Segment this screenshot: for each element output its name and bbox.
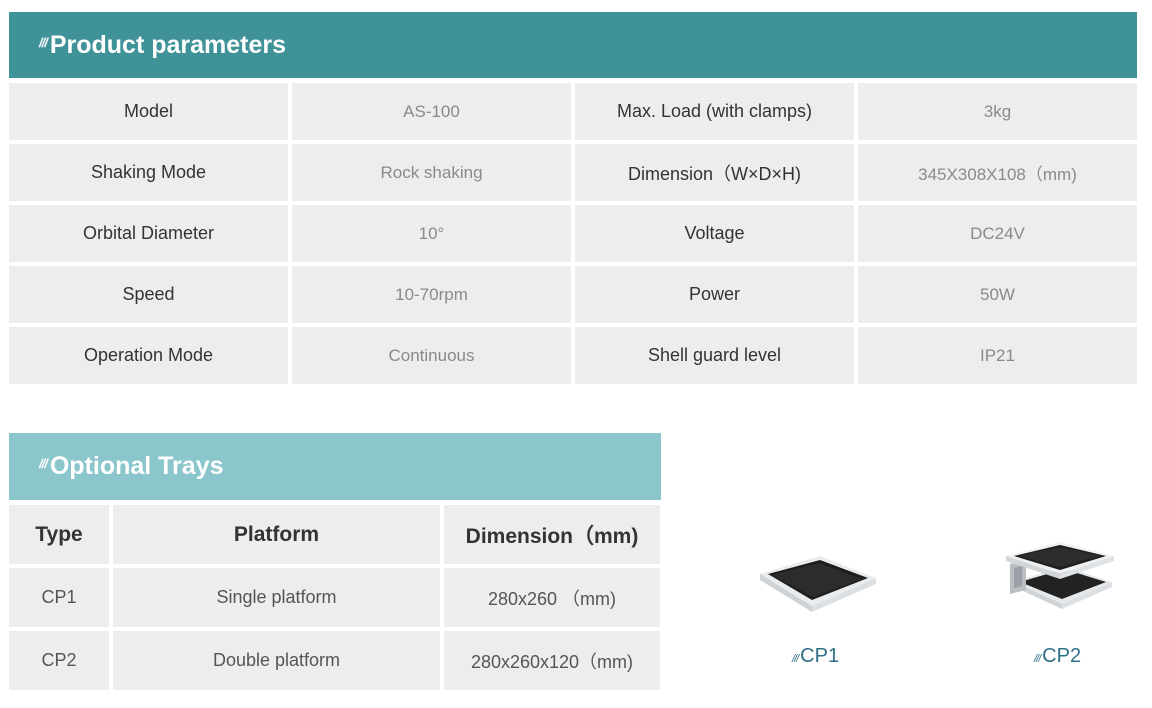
cp2-caption-text: CP2	[1042, 645, 1082, 667]
cp1-caption-text: CP1	[800, 645, 840, 667]
param-value: 3kg	[858, 83, 1137, 140]
param-value: 345X308X108（mm)	[858, 144, 1137, 201]
slash-mark-icon: ///	[39, 34, 48, 50]
param-value: Continuous	[292, 327, 571, 384]
slash-mark-icon: ///	[792, 653, 799, 665]
optional-trays-table: Type Platform Dimension（mm) CP1 Single p…	[9, 505, 660, 690]
tray-platform: Single platform	[113, 568, 440, 627]
product-parameters-table: Model AS-100 Max. Load (with clamps) 3kg…	[9, 83, 1137, 384]
tray-header-platform: Platform	[113, 505, 440, 564]
param-label: Power	[575, 266, 854, 323]
param-label: Orbital Diameter	[9, 205, 288, 262]
param-value: 10°	[292, 205, 571, 262]
tray-header-type: Type	[9, 505, 109, 564]
param-label: Operation Mode	[9, 327, 288, 384]
tray-dimension: 280x260x120（mm)	[444, 631, 660, 690]
cp1-caption: /// CP1	[792, 645, 839, 668]
tray-type: CP1	[9, 568, 109, 627]
cp2-tray-image	[1006, 542, 1114, 609]
tray-header-dimension: Dimension（mm)	[444, 505, 660, 564]
param-label: Max. Load (with clamps)	[575, 83, 854, 140]
param-value: AS-100	[292, 83, 571, 140]
product-parameters-banner: /// Product parameters	[9, 12, 1137, 78]
product-parameters-title: Product parameters	[49, 30, 287, 59]
param-label: Shaking Mode	[9, 144, 288, 201]
optional-trays-title: Optional Trays	[49, 452, 224, 480]
param-value: 50W	[858, 266, 1137, 323]
param-label: Dimension（W×D×H)	[575, 144, 854, 201]
param-value: Rock shaking	[292, 144, 571, 201]
tray-dimension: 280x260 （mm)	[444, 568, 660, 627]
param-value: IP21	[858, 327, 1137, 384]
slash-mark-icon: ///	[39, 456, 48, 471]
optional-trays-banner: /// Optional Trays	[9, 433, 661, 500]
param-value: DC24V	[858, 205, 1137, 262]
cp2-caption: /// CP2	[1034, 645, 1081, 668]
slash-mark-icon: ///	[1034, 653, 1041, 665]
tray-platform: Double platform	[113, 631, 440, 690]
tray-type: CP2	[9, 631, 109, 690]
param-label: Model	[9, 83, 288, 140]
param-label: Shell guard level	[575, 327, 854, 384]
param-label: Speed	[9, 266, 288, 323]
param-value: 10-70rpm	[292, 266, 571, 323]
cp1-tray-image	[760, 556, 876, 612]
param-label: Voltage	[575, 205, 854, 262]
